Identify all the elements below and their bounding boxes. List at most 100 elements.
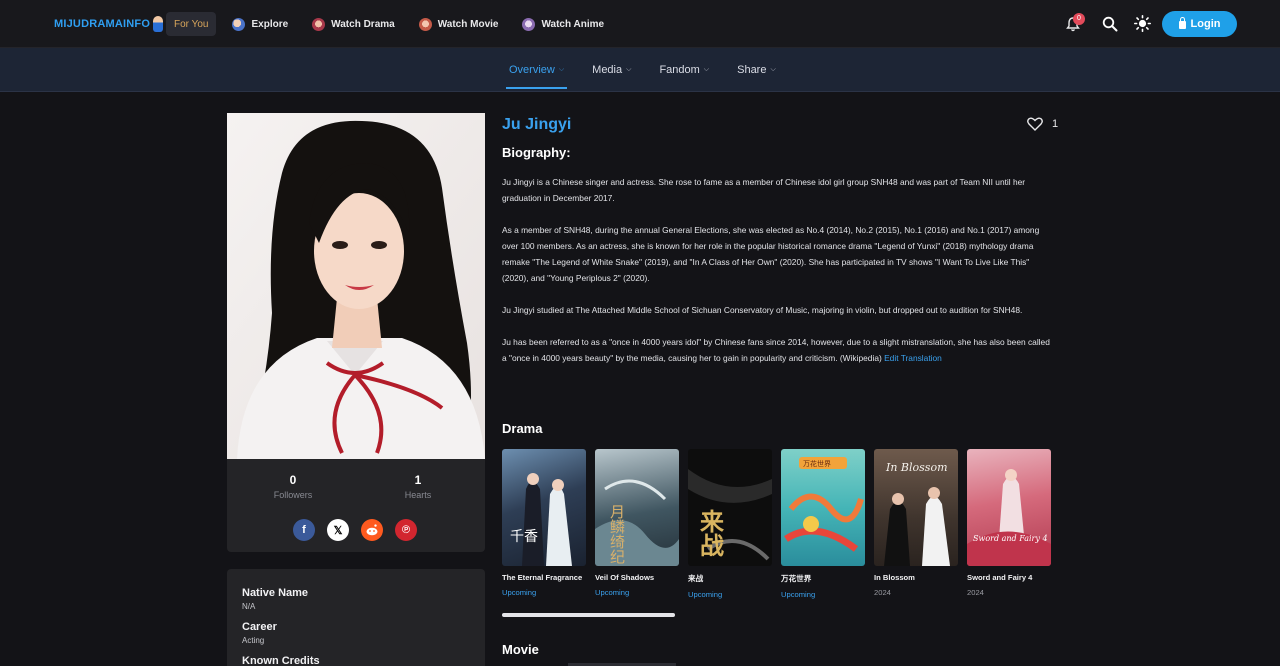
drama-title: 来战 [688,574,704,583]
hearts-count: 1 [414,473,422,487]
nav-label: Watch Anime [541,18,605,30]
x-twitter-icon[interactable]: 𝕏 [327,519,349,541]
tab-label: Fandom [659,64,700,76]
drama-title: In Blossom [874,573,915,582]
nav-watch-anime[interactable]: Watch Anime [514,12,612,36]
nav-watch-drama[interactable]: Watch Drama [304,12,403,36]
tab-overview[interactable]: Overview ⌵ [506,48,568,92]
drama-card[interactable]: 来战 来战 Upcoming [688,449,772,599]
bio-paragraph: Ju has been referred to as a "once in 40… [502,334,1054,366]
watch-movie-icon [418,17,432,31]
movie-section-heading: Movie [502,642,539,657]
bio-paragraph: Ju Jingyi is a Chinese singer and actres… [502,177,1026,203]
edit-translation-link[interactable]: Edit Translation [884,353,942,363]
logo-mascot-icon [153,16,164,32]
drama-card[interactable]: Sword and Fairy 4 Sword and Fairy 4 2024 [967,449,1051,599]
native-name-label: Native Name [242,587,309,599]
biography-heading: Biography: [502,145,571,160]
svg-text:月鳞绮纪: 月鳞绮纪 [608,504,626,564]
nav-for-you[interactable]: For You [166,12,217,36]
explore-icon [232,17,246,31]
tab-media[interactable]: Media ⌵ [589,48,634,92]
svg-text:来战: 来战 [696,508,725,557]
chevron-down-icon: ⌵ [626,66,632,73]
page-title: Ju Jingyi [502,116,572,133]
career-value: Acting [242,636,265,645]
nav-explore[interactable]: Explore [224,12,296,36]
drama-year: 2024 [874,588,891,597]
watch-anime-icon [522,17,536,31]
biography-text: Ju Jingyi is a Chinese singer and actres… [502,174,1054,382]
drama-title: Veil Of Shadows [595,573,655,582]
reddit-icon[interactable] [361,519,383,541]
nav-label: Watch Drama [331,18,395,30]
bio-paragraph: As a member of SNH48, during the annual … [502,225,1040,283]
tab-label: Media [592,64,623,76]
drama-title: 万花世界 [781,574,812,583]
profile-photo [227,113,485,459]
tab-share[interactable]: Share ⌵ [734,48,779,92]
login-label: Login [1190,18,1221,30]
drama-title: The Eternal Fragrance [502,573,583,582]
notification-badge: 0 [1073,13,1085,25]
svg-text:In Blossom: In Blossom [885,461,948,474]
theme-toggle-sun-icon[interactable] [1134,15,1151,32]
career-label: Career [242,621,277,633]
drama-poster: Sword and Fairy 4 [967,449,1051,566]
drama-status: Upcoming [781,590,816,599]
drama-carousel-scrollbar[interactable] [502,613,675,617]
tab-label: Overview [509,64,555,76]
nav-watch-movie[interactable]: Watch Movie [411,12,507,36]
native-name-value: N/A [242,602,256,611]
drama-poster: 万花世界 [781,449,865,566]
drama-poster: 来战 [688,449,772,566]
top-navbar: MIJUDRAMAINFO For You Explore Watch Dram… [0,0,1280,48]
followers-count: 0 [289,473,297,487]
svg-text:万花世界: 万花世界 [803,459,831,468]
drama-carousel: 千香 The Eternal Fragrance Upcoming 月鳞绮纪 V… [502,449,1051,599]
site-logo[interactable]: MIJUDRAMAINFO [54,16,164,32]
drama-status: Upcoming [688,590,723,599]
facebook-icon[interactable]: f [293,519,315,541]
lock-icon [1178,17,1186,29]
heart-icon [1027,117,1043,131]
svg-text:Sword and Fairy 4: Sword and Fairy 4 [973,534,1048,543]
tab-fandom[interactable]: Fandom ⌵ [656,48,712,92]
login-button[interactable]: Login [1162,11,1237,37]
svg-text:千香: 千香 [510,529,538,545]
tab-label: Share [737,64,767,76]
drama-year: 2024 [967,588,984,597]
known-credits-label: Known Credits [242,655,320,666]
hearts-label: Hearts [404,490,432,500]
followers-stat: 0 Followers [233,473,353,500]
chevron-down-icon: ⌵ [703,66,710,73]
drama-status: Upcoming [595,588,630,597]
chevron-down-icon: ⌵ [770,66,776,73]
drama-title: Sword and Fairy 4 [967,573,1033,582]
hearts-stat: 1 Hearts [358,473,478,500]
social-share: f 𝕏 ℗ [293,519,417,541]
profile-subnav: Overview ⌵ Media ⌵ Fandom ⌵ Share ⌵ [0,48,1280,92]
pinterest-icon[interactable]: ℗ [395,519,417,541]
drama-card[interactable]: 月鳞绮纪 Veil Of Shadows Upcoming [595,449,679,599]
drama-status: Upcoming [502,588,537,597]
drama-card[interactable]: In Blossom In Blossom 2024 [874,449,958,599]
profile-info-card: Native Name N/A Career Acting Known Cred… [227,569,485,666]
drama-poster: 月鳞绮纪 [595,449,679,566]
like-button[interactable]: 1 [1027,117,1058,131]
nav-label: Watch Movie [437,18,499,30]
nav-label: Explore [251,18,289,30]
drama-poster: 千香 [502,449,586,566]
drama-card[interactable]: 千香 The Eternal Fragrance Upcoming [502,449,586,599]
nav-label: For You [174,18,209,30]
search-icon[interactable] [1102,16,1118,32]
bio-paragraph-text: Ju has been referred to as a "once in 40… [502,337,1050,363]
main-nav: For You Explore Watch Drama Watch Movie … [166,12,612,36]
watch-drama-icon [312,17,326,31]
stats-card: 0 Followers 1 Hearts f 𝕏 ℗ [227,459,485,552]
followers-label: Followers [273,490,313,500]
drama-section-heading: Drama [502,421,543,436]
chevron-down-icon: ⌵ [558,66,565,73]
drama-card[interactable]: 万花世界 万花世界 Upcoming [781,449,865,599]
like-count: 1 [1052,118,1059,130]
